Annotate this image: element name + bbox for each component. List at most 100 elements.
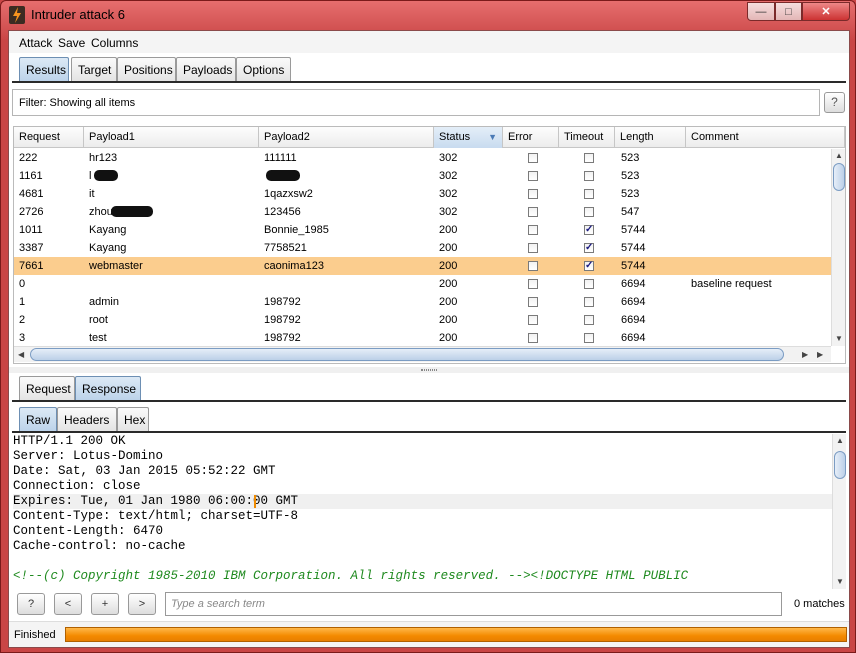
tab-headers[interactable]: Headers <box>57 407 117 431</box>
editor-scroll-down-icon[interactable]: ▼ <box>836 577 844 586</box>
editor-vscrollbar[interactable]: ▲ ▼ <box>832 434 846 589</box>
filter-help-button[interactable]: ? <box>824 92 845 113</box>
table-row[interactable]: 1 admin 198792 200 6694 <box>14 293 831 311</box>
cell-timeout-checkbox[interactable] <box>584 315 594 325</box>
cell-timeout-checkbox[interactable] <box>584 333 594 343</box>
col-request[interactable]: Request <box>14 127 84 148</box>
tab-target[interactable]: Target <box>71 57 117 81</box>
tab-results[interactable]: Results <box>19 57 69 81</box>
table-hscrollbar[interactable]: ◀ ▶ ▶ <box>14 346 831 362</box>
col-status[interactable]: Status ▼ <box>434 127 503 148</box>
search-prev-button[interactable]: < <box>54 593 82 615</box>
filter-bar[interactable]: Filter: Showing all items <box>12 89 820 116</box>
cell-timeout-checkbox[interactable] <box>584 279 594 289</box>
cell-timeout-checkbox[interactable] <box>584 207 594 217</box>
table-row[interactable]: 2726 zhou 123456 302 547 <box>14 203 831 221</box>
cell-error-checkbox[interactable] <box>528 315 538 325</box>
cell-payload2: 198792 <box>264 332 301 344</box>
col-error[interactable]: Error <box>503 127 559 148</box>
cell-timeout-checkbox[interactable]: ✓ <box>584 243 594 253</box>
table-row[interactable]: 1161 l 302 523 <box>14 167 831 185</box>
table-row[interactable]: 3 test 198792 200 6694 <box>14 329 831 347</box>
cell-error-checkbox[interactable] <box>528 279 538 289</box>
cell-request: 1011 <box>19 224 43 236</box>
editor-scroll-up-icon[interactable]: ▲ <box>836 436 844 445</box>
tab-request[interactable]: Request <box>19 376 75 400</box>
cell-error-checkbox[interactable] <box>528 333 538 343</box>
table-row[interactable]: 3387 Kayang 7758521 200 5744 ✓ <box>14 239 831 257</box>
window-title: Intruder attack 6 <box>31 7 125 22</box>
table-row[interactable]: 222 hr123 111111 302 523 <box>14 149 831 167</box>
col-payload2[interactable]: Payload2 <box>259 127 434 148</box>
cell-error-checkbox[interactable] <box>528 261 538 271</box>
table-row[interactable]: 7661 webmaster caonima123 200 5744 ✓ <box>14 257 831 275</box>
table-row[interactable]: 1011 Kayang Bonnie_1985 200 5744 ✓ <box>14 221 831 239</box>
minimize-button[interactable]: — <box>747 2 775 21</box>
scroll-left-icon[interactable]: ◀ <box>18 350 24 359</box>
cell-timeout-checkbox[interactable] <box>584 171 594 181</box>
col-comment[interactable]: Comment <box>686 127 845 148</box>
search-help-button[interactable]: ? <box>17 593 45 615</box>
cell-error-checkbox[interactable] <box>528 189 538 199</box>
scroll-up-icon[interactable]: ▲ <box>835 151 843 160</box>
search-next-button[interactable]: > <box>128 593 156 615</box>
cell-status: 200 <box>439 314 458 326</box>
response-line: Server: Lotus-Domino <box>13 449 164 463</box>
cell-timeout-checkbox[interactable]: ✓ <box>584 225 594 235</box>
menu-columns[interactable]: Columns <box>91 36 138 50</box>
cell-error-checkbox[interactable] <box>528 207 538 217</box>
response-line: Content-Type: text/html; charset=UTF-8 <box>13 509 299 523</box>
text-caret <box>254 495 256 508</box>
table-vscrollbar[interactable]: ▲ ▼ <box>831 149 845 346</box>
cell-timeout-checkbox[interactable] <box>584 189 594 199</box>
cell-payload1: l <box>89 170 92 182</box>
cell-error-checkbox[interactable] <box>528 225 538 235</box>
splitter-grip-icon[interactable] <box>421 369 437 371</box>
col-payload1[interactable]: Payload1 <box>84 127 259 148</box>
pane-splitter[interactable] <box>9 367 849 373</box>
scroll-right-icon[interactable]: ▶ <box>802 350 808 359</box>
editor-vscroll-thumb[interactable] <box>834 451 846 479</box>
cell-length: 547 <box>621 206 640 218</box>
response-editor[interactable]: HTTP/1.1 200 OK Server: Lotus-Domino Dat… <box>12 434 846 589</box>
menu-save[interactable]: Save <box>58 36 85 50</box>
search-input[interactable]: Type a search term <box>165 592 782 616</box>
cell-length: 6694 <box>621 296 646 308</box>
close-button[interactable]: ✕ <box>802 2 850 21</box>
cell-error-checkbox[interactable] <box>528 171 538 181</box>
tab-response[interactable]: Response <box>75 376 141 400</box>
cell-error-checkbox[interactable] <box>528 243 538 253</box>
maximize-button[interactable]: □ <box>775 2 802 21</box>
cell-status: 200 <box>439 278 458 290</box>
tab-payloads[interactable]: Payloads <box>176 57 236 81</box>
cell-payload1: Kayang <box>89 242 127 254</box>
cell-timeout-checkbox[interactable]: ✓ <box>584 261 594 271</box>
tab-positions[interactable]: Positions <box>117 57 176 81</box>
cell-timeout-checkbox[interactable] <box>584 297 594 307</box>
tab-options[interactable]: Options <box>236 57 291 81</box>
table-row[interactable]: 4681 it 1qazxsw2 302 523 <box>14 185 831 203</box>
cell-request: 0 <box>19 278 26 290</box>
search-add-button[interactable]: + <box>91 593 119 615</box>
tab-raw[interactable]: Raw <box>19 407 57 431</box>
attack-progress-bar <box>65 627 847 642</box>
scroll-right-end-icon[interactable]: ▶ <box>817 350 823 359</box>
table-row[interactable]: 0 200 6694 baseline request <box>14 275 831 293</box>
cell-timeout-checkbox[interactable] <box>584 153 594 163</box>
col-length[interactable]: Length <box>615 127 686 148</box>
burp-lightning-icon <box>9 6 25 24</box>
cell-length: 5744 <box>621 260 646 272</box>
status-bar: Finished <box>9 621 849 647</box>
tab-hex[interactable]: Hex <box>117 407 149 431</box>
scroll-down-icon[interactable]: ▼ <box>835 334 843 343</box>
table-row[interactable]: 2 root 198792 200 6694 <box>14 311 831 329</box>
results-table: Request Payload1 Payload2 Status ▼ Error… <box>13 126 846 364</box>
table-hscroll-thumb[interactable] <box>30 348 784 361</box>
col-timeout[interactable]: Timeout <box>559 127 615 148</box>
table-vscroll-thumb[interactable] <box>833 163 845 191</box>
cell-error-checkbox[interactable] <box>528 153 538 163</box>
title-bar: Intruder attack 6 — □ ✕ <box>1 1 855 29</box>
menu-attack[interactable]: Attack <box>19 36 52 50</box>
cell-error-checkbox[interactable] <box>528 297 538 307</box>
cell-status: 200 <box>439 242 458 254</box>
